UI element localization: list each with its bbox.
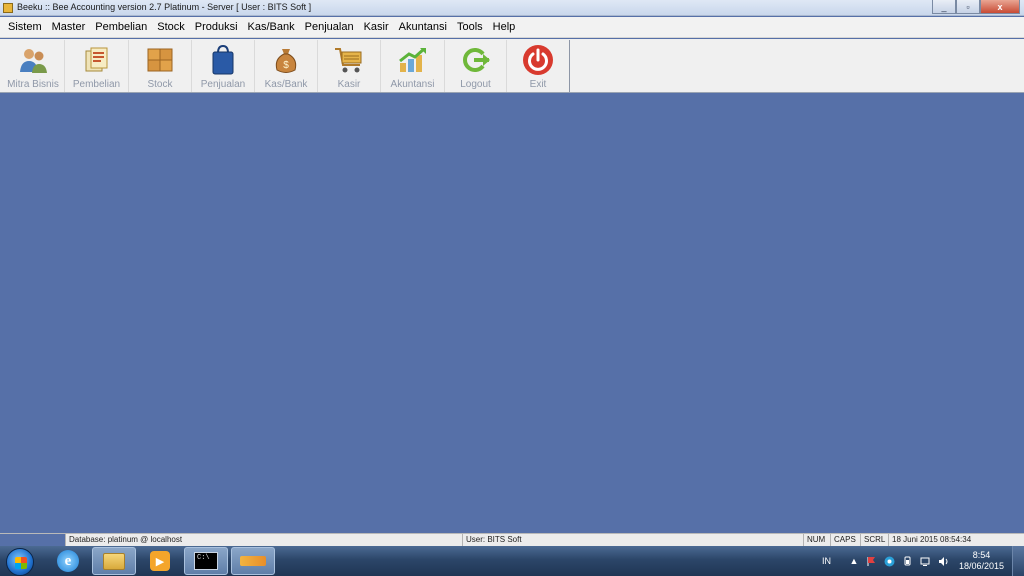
chart-up-icon	[397, 44, 429, 76]
minimize-button[interactable]: _	[932, 0, 956, 14]
menu-kasir[interactable]: Kasir	[359, 21, 394, 33]
power-icon	[522, 44, 554, 76]
status-scrl: SCRL	[861, 534, 889, 546]
folder-icon	[103, 552, 125, 570]
status-progress	[0, 534, 66, 546]
show-desktop-button[interactable]	[1012, 546, 1024, 576]
power-plug-icon[interactable]	[902, 555, 914, 567]
toolbar-kasir-button[interactable]: Kasir	[318, 40, 381, 92]
system-tray: IN ▲ 8:54 18/06/2015	[819, 546, 1024, 576]
status-datetime: 18 Juni 2015 08:54:34	[892, 535, 972, 544]
media-player-taskbar-button[interactable]: ▶	[138, 547, 182, 575]
toolbar-logout-button[interactable]: Logout	[445, 40, 507, 92]
shopping-cart-icon	[333, 44, 365, 76]
toolbar: Mitra Bisnis Pembelian Stock Penjualan $…	[0, 39, 1024, 93]
status-database: Database: platinum @ localhost	[66, 534, 463, 546]
boxes-icon	[144, 44, 176, 76]
language-indicator[interactable]: IN	[822, 555, 831, 567]
explorer-taskbar-button[interactable]	[92, 547, 136, 575]
clock[interactable]: 8:54 18/06/2015	[959, 550, 1004, 572]
status-bar: Database: platinum @ localhost User: BIT…	[0, 533, 1024, 546]
toolbar-label: Exit	[529, 79, 547, 90]
media-player-icon: ▶	[150, 551, 170, 571]
toolbar-group: Mitra Bisnis Pembelian Stock Penjualan $…	[2, 40, 570, 92]
menu-produksi[interactable]: Produksi	[190, 21, 243, 33]
toolbar-stock-button[interactable]: Stock	[129, 40, 192, 92]
toolbar-mitra-bisnis-button[interactable]: Mitra Bisnis	[2, 40, 65, 92]
menu-sistem[interactable]: Sistem	[3, 21, 47, 33]
toolbar-label: Logout	[460, 79, 491, 90]
shopping-bag-icon	[207, 44, 239, 76]
people-icon	[17, 44, 49, 76]
svg-text:$: $	[283, 60, 289, 71]
toolbar-pembelian-button[interactable]: Pembelian	[65, 40, 129, 92]
restore-button[interactable]: ▫	[956, 0, 980, 14]
antivirus-icon[interactable]	[884, 555, 896, 567]
toolbar-label: Penjualan	[200, 79, 246, 90]
clock-time: 8:54	[972, 550, 991, 560]
toolbar-label: Kasir	[337, 79, 361, 90]
toolbar-label: Mitra Bisnis	[7, 79, 59, 90]
toolbar-label: Akuntansi	[390, 79, 435, 90]
taskbar: e ▶ C:\ IN ▲ 8:54 18/06/2015	[0, 546, 1024, 576]
menu-tools[interactable]: Tools	[452, 21, 488, 33]
flag-icon[interactable]	[866, 555, 878, 567]
menu-kas-bank[interactable]: Kas/Bank	[243, 21, 300, 33]
clock-date: 18/06/2015	[958, 561, 1004, 571]
menu-akuntansi[interactable]: Akuntansi	[394, 21, 452, 33]
internet-explorer-icon: e	[57, 550, 79, 572]
volume-icon[interactable]	[938, 555, 950, 567]
window-title: Beeku :: Bee Accounting version 2.7 Plat…	[17, 2, 312, 12]
start-button[interactable]	[6, 548, 34, 576]
toolbar-exit-button[interactable]: Exit	[507, 40, 569, 92]
status-user: User: BITS Soft	[463, 534, 804, 546]
internet-explorer-taskbar-button[interactable]: e	[46, 547, 90, 575]
status-caps: CAPS	[831, 534, 861, 546]
toolbar-kas-bank-button[interactable]: $ Kas/Bank	[255, 40, 318, 92]
command-prompt-icon: C:\	[194, 552, 218, 570]
window-controls: _ ▫ x	[932, 0, 1020, 14]
app-icon	[3, 3, 13, 13]
menu-bar: Sistem Master Pembelian Stock Produksi K…	[0, 17, 1024, 38]
network-icon[interactable]	[920, 555, 932, 567]
purchase-documents-icon	[81, 44, 113, 76]
command-prompt-taskbar-button[interactable]: C:\	[184, 547, 228, 575]
mdi-workspace	[0, 94, 1024, 533]
menu-stock[interactable]: Stock	[152, 21, 190, 33]
toolbar-label: Pembelian	[72, 79, 121, 90]
show-hidden-icons-button[interactable]: ▲	[848, 555, 860, 567]
menu-help[interactable]: Help	[488, 21, 521, 33]
money-bag-icon: $	[270, 44, 302, 76]
beeku-taskbar-button[interactable]	[231, 547, 275, 575]
toolbar-penjualan-button[interactable]: Penjualan	[192, 40, 255, 92]
menu-pembelian[interactable]: Pembelian	[90, 21, 152, 33]
title-bar: Beeku :: Bee Accounting version 2.7 Plat…	[0, 0, 1024, 16]
toolbar-label: Kas/Bank	[264, 79, 308, 90]
beeku-app-icon	[240, 556, 266, 566]
toolbar-label: Stock	[147, 79, 173, 90]
close-button[interactable]: x	[980, 0, 1020, 14]
logout-arrow-icon	[460, 44, 492, 76]
menu-master[interactable]: Master	[47, 21, 91, 33]
status-num: NUM	[804, 534, 831, 546]
toolbar-akuntansi-button[interactable]: Akuntansi	[381, 40, 445, 92]
menu-penjualan[interactable]: Penjualan	[300, 21, 359, 33]
